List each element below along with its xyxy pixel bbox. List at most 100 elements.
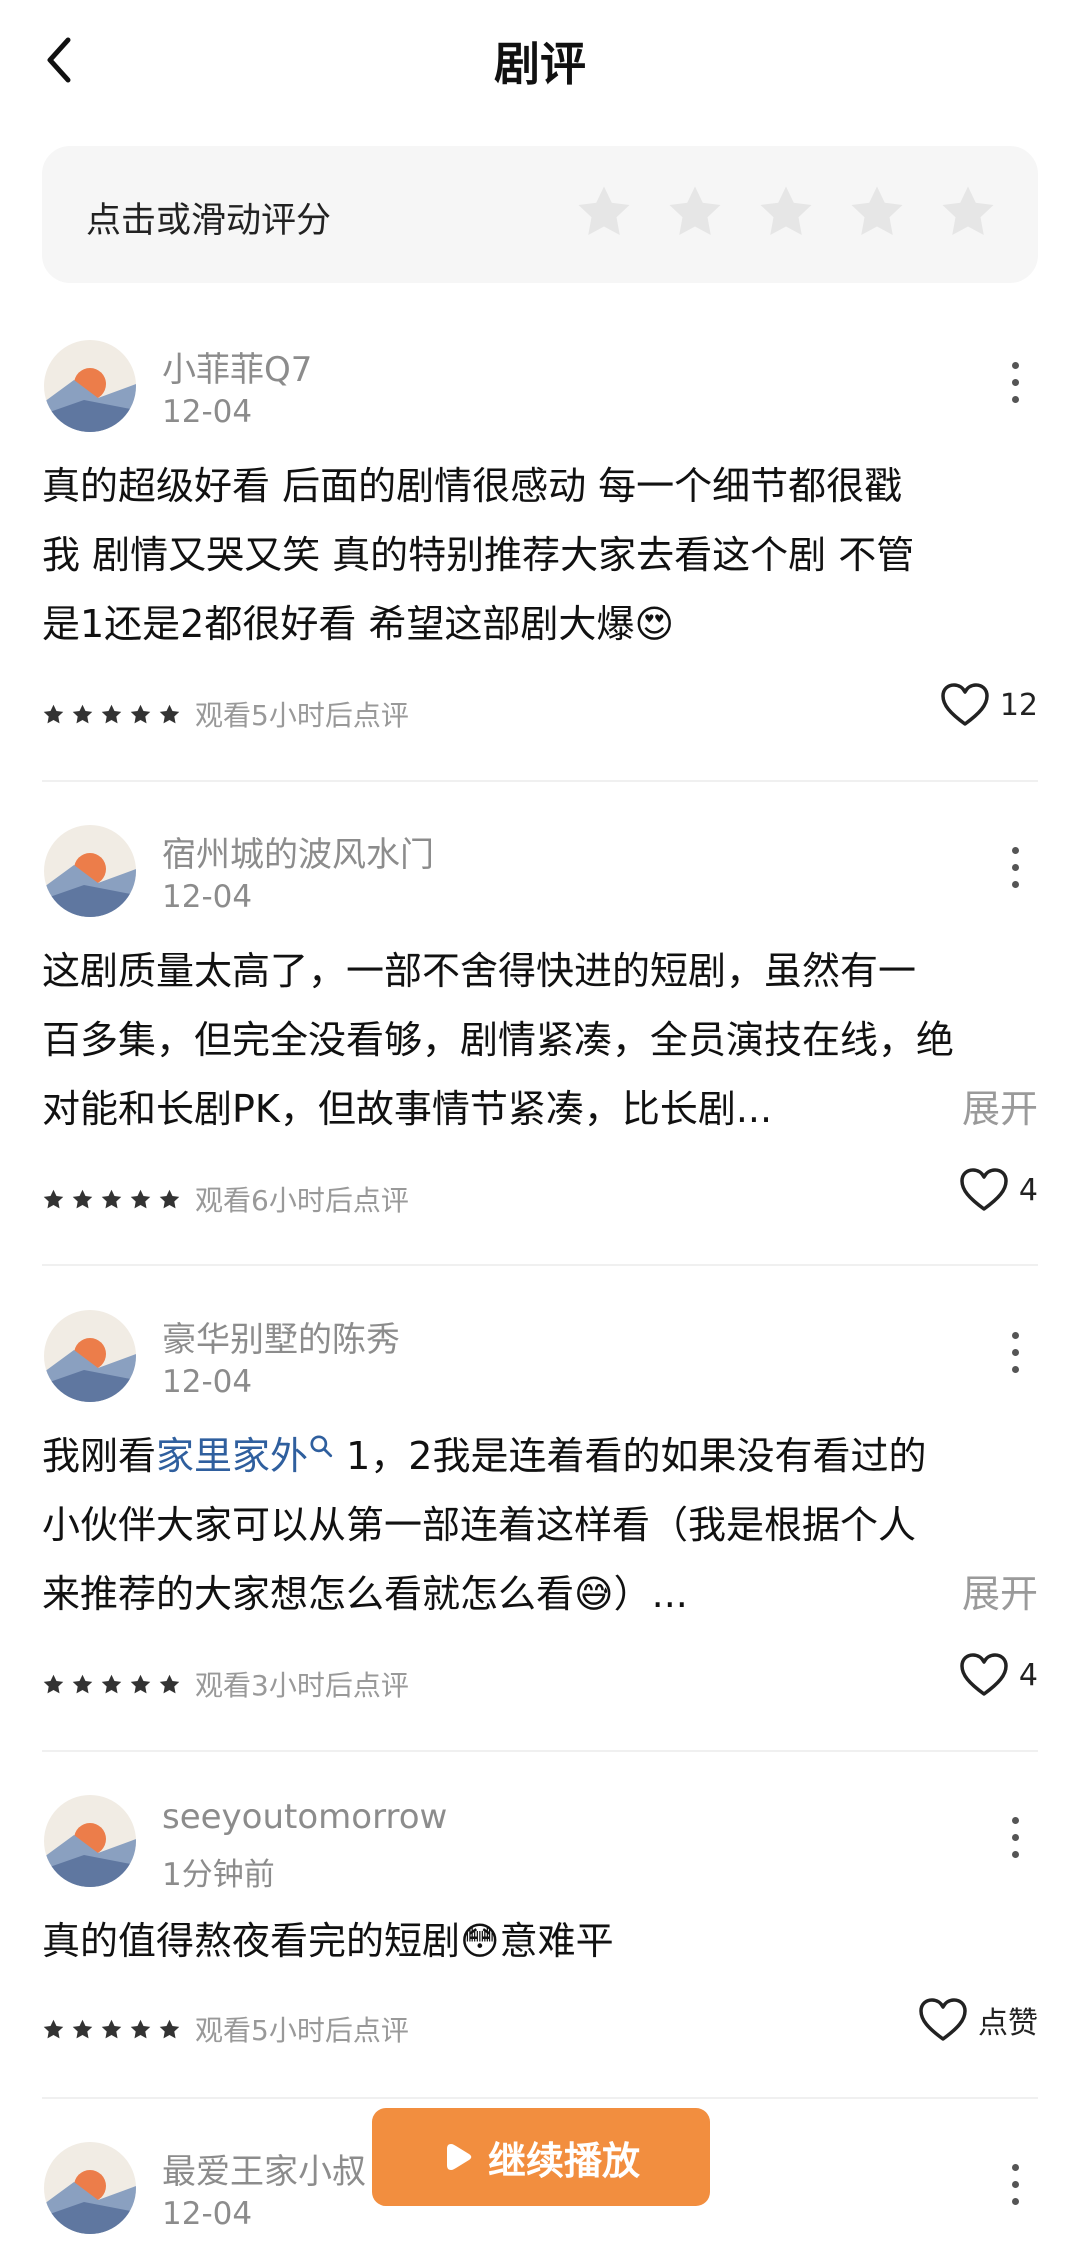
like-count: 12 [999,687,1038,723]
rating-label: 点击或滑动评分 [86,201,332,241]
review-line: 对能和长剧PK，但故事情节紧凑，比长剧... [42,1087,773,1131]
review-item: 宿州城的波风水门 12-04 这剧质量太高了，一部不舍得快进的短剧，虽然有一 百… [42,825,1038,1235]
like-button[interactable]: 点赞 [918,1997,1038,2043]
username[interactable]: 最爱王家小叔 [162,2144,366,2193]
watch-note: 观看5小时后点评 [195,699,409,732]
review-text[interactable]: 我刚看家里家外 1，2我是连着看的如果没有看过的 小伙伴大家可以从第一部连着这样… [42,1422,1038,1629]
review-date: 1分钟前 [162,1857,275,1893]
avatar[interactable] [44,825,136,917]
review-text[interactable]: 这剧质量太高了，一部不舍得快进的短剧，虽然有一 百多集，但完全没看够，剧情紧凑，… [42,937,1038,1144]
play-icon [446,2144,472,2170]
star-icon [43,1189,64,1208]
rating-stars [42,2018,181,2041]
continue-playing-label: 继续播放 [487,2138,640,2183]
star-icon [72,704,93,723]
expand-link[interactable]: 展开 [962,1075,1038,1144]
star-icon [130,1674,151,1693]
star-icon[interactable] [665,182,725,242]
review-item: seeyoutomorrow 1分钟前 真的值得熬夜看完的短剧😳意难平 观看5小… [42,1795,1038,2065]
more-options-icon[interactable] [1008,1332,1022,1380]
review-line: ）... [613,1572,688,1616]
top-bar: 剧评 [0,0,1080,120]
username[interactable]: 小菲菲Q7 [162,342,312,391]
username[interactable]: 豪华别墅的陈秀 [162,1312,400,1361]
heart-eyes-emoji: 😍 [634,602,675,646]
avatar[interactable] [44,1795,136,1887]
search-icon[interactable] [308,1433,334,1459]
like-button[interactable]: 12 [940,682,1038,728]
review-meta: 观看5小时后点评 [42,694,409,734]
like-count: 4 [1018,1657,1038,1693]
username[interactable]: seeyoutomorrow [162,1797,447,1837]
star-icon [130,704,151,723]
review-text[interactable]: 真的超级好看 后面的剧情很感动 每一个细节都很戳 我 剧情又哭又笑 真的特别推荐… [42,452,1038,659]
continue-playing-button[interactable]: 继续播放 [372,2108,710,2206]
review-meta: 观看5小时后点评 [42,2009,409,2049]
star-icon [43,2019,64,2038]
review-line: 真的值得熬夜看完的短剧 [42,1919,461,1963]
review-meta: 观看6小时后点评 [42,1179,409,1219]
review-date: 12-04 [162,879,253,915]
star-icon [159,1674,180,1693]
watch-note: 观看5小时后点评 [195,2014,409,2047]
review-line: 这剧质量太高了，一部不舍得快进的短剧，虽然有一 [42,949,917,993]
star-icon [43,1674,64,1693]
star-icon[interactable] [756,182,816,242]
review-date: 12-04 [162,394,253,430]
avatar[interactable] [44,2142,136,2234]
heart-icon[interactable] [940,682,990,728]
star-icon [130,1189,151,1208]
star-icon [159,1189,180,1208]
review-item: 豪华别墅的陈秀 12-04 我刚看家里家外 1，2我是连着看的如果没有看过的 小… [42,1310,1038,1720]
rating-stars [42,703,181,726]
flushed-emoji: 😳 [460,1919,500,1963]
more-options-icon[interactable] [1008,847,1022,895]
watch-note: 观看3小时后点评 [195,1669,409,1702]
review-line: 是1还是2都很好看 希望这部剧大爆 [42,602,635,646]
star-icon [43,704,64,723]
like-button[interactable]: 4 [959,1167,1038,1213]
divider [42,2097,1038,2099]
divider [42,1750,1038,1752]
star-icon [72,1189,93,1208]
star-icon [101,1674,122,1693]
rating-stars [42,1188,181,1211]
expand-link[interactable]: 展开 [962,1560,1038,1629]
star-icon [101,1189,122,1208]
review-line: 小伙伴大家可以从第一部连着这样看（我是根据个人 [42,1503,917,1547]
avatar[interactable] [44,340,136,432]
heart-icon[interactable] [959,1652,1009,1698]
review-line: 我 剧情又哭又笑 真的特别推荐大家去看这个剧 不管 [42,533,915,577]
page-title: 剧评 [494,37,586,91]
rating-stars[interactable] [574,182,998,242]
rating-card[interactable]: 点击或滑动评分 [42,146,1038,283]
review-line: 来推荐的大家想怎么看就怎么看 [42,1572,575,1616]
star-icon[interactable] [938,182,998,242]
username[interactable]: 宿州城的波风水门 [162,827,434,876]
rating-stars [42,1673,181,1696]
more-options-icon[interactable] [1008,2164,1022,2212]
divider [42,1264,1038,1266]
star-icon [101,704,122,723]
like-count: 4 [1018,1172,1038,1208]
avatar[interactable] [44,1310,136,1402]
like-button[interactable]: 4 [959,1652,1038,1698]
watch-note: 观看6小时后点评 [195,1184,409,1217]
star-icon [72,2019,93,2038]
review-text[interactable]: 真的值得熬夜看完的短剧😳意难平 [42,1907,1038,1976]
sweat-smile-emoji: 😅 [574,1572,614,1616]
more-options-icon[interactable] [1008,362,1022,410]
review-line-prefix: 我刚看 [42,1434,157,1478]
star-icon [159,2019,180,2038]
drama-link[interactable]: 家里家外 [156,1434,308,1478]
review-item: 小菲菲Q7 12-04 真的超级好看 后面的剧情很感动 每一个细节都很戳 我 剧… [42,340,1038,750]
star-icon [72,1674,93,1693]
star-icon[interactable] [574,182,634,242]
review-line-suffix: 1，2我是连着看的如果没有看过的 [334,1434,927,1478]
star-icon [130,2019,151,2038]
star-icon[interactable] [847,182,907,242]
star-icon [101,2019,122,2038]
heart-icon[interactable] [918,1997,968,2043]
heart-icon[interactable] [959,1167,1009,1213]
more-options-icon[interactable] [1008,1817,1022,1865]
